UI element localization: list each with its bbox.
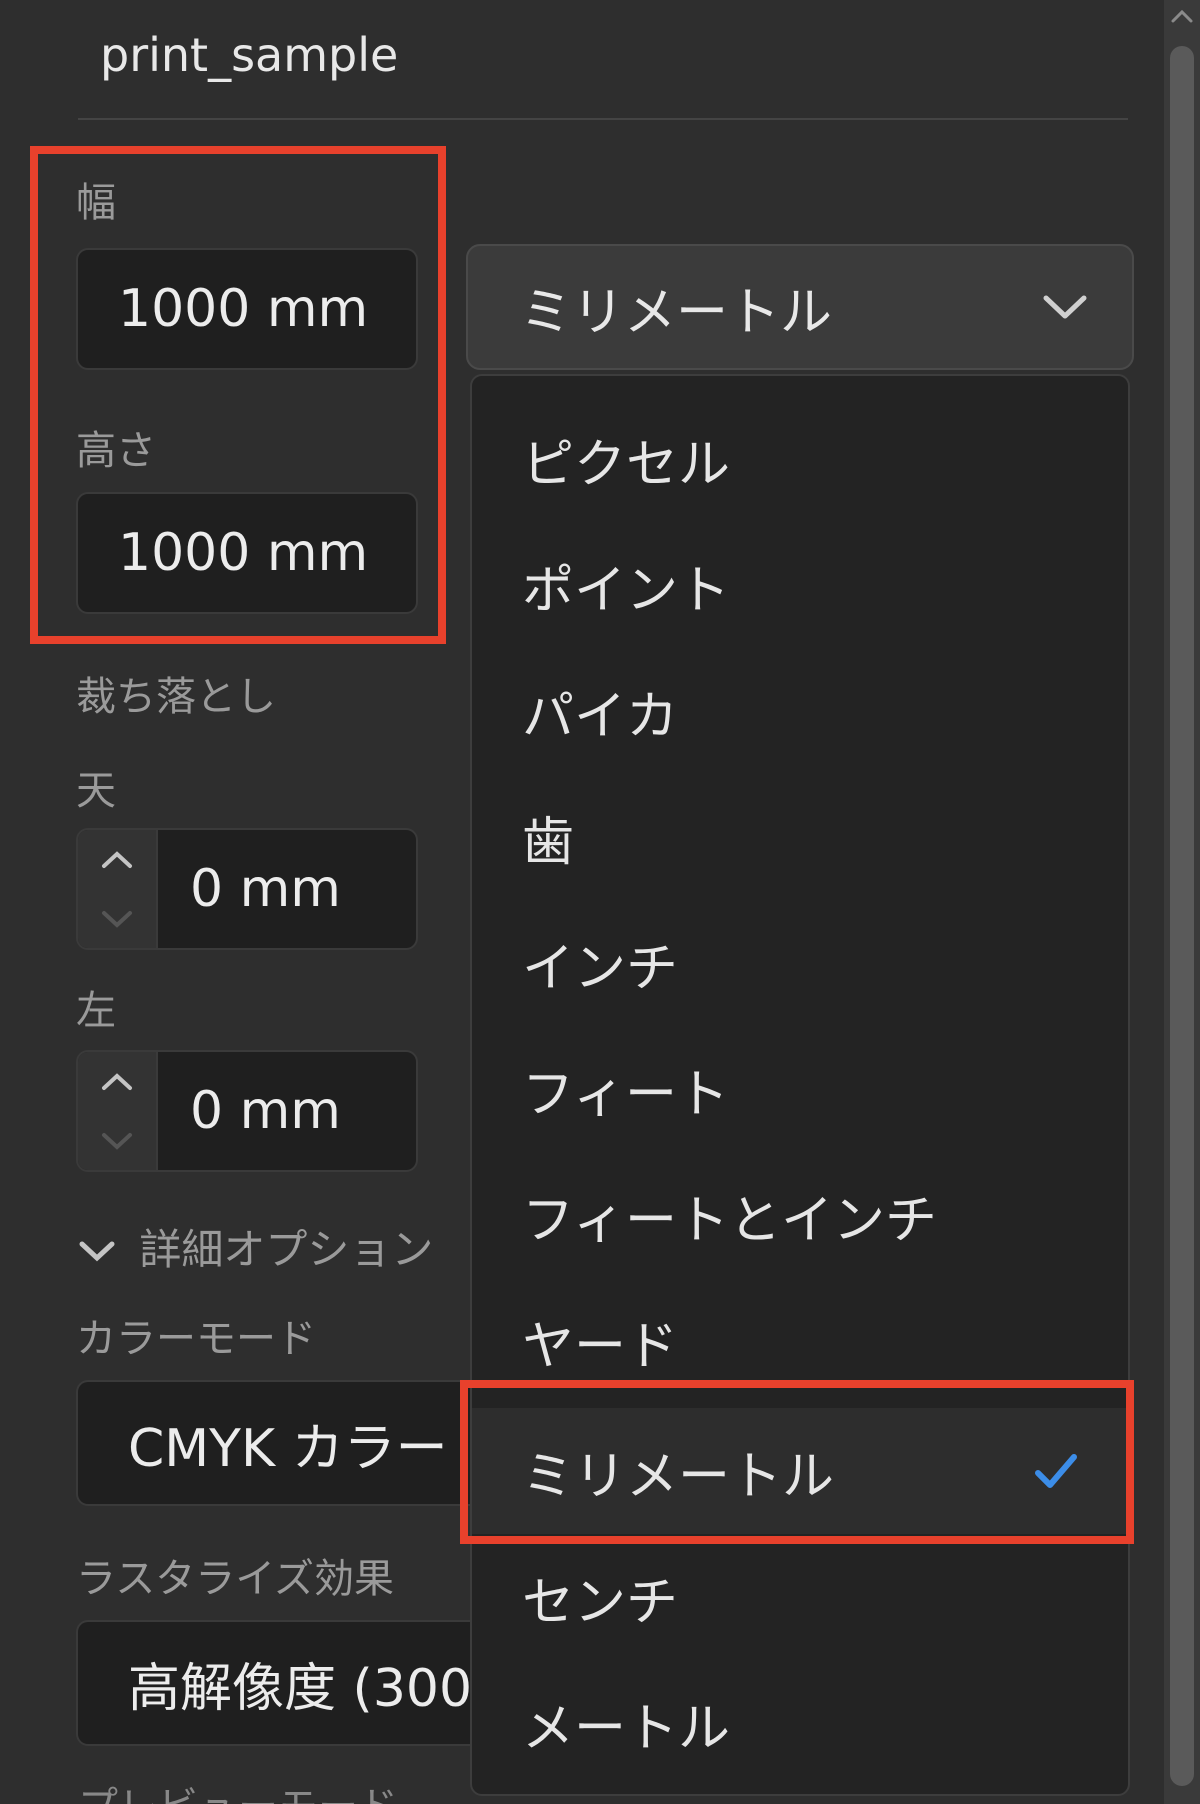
- unit-option-meter[interactable]: メートル: [472, 1660, 1128, 1786]
- unit-option-label: フィートとインチ: [522, 1190, 937, 1251]
- chevron-down-icon: [1042, 246, 1088, 368]
- unit-option-label: センチ: [522, 1572, 679, 1633]
- bleed-left-label: 左: [76, 988, 116, 1034]
- bleed-left-field[interactable]: 0 mm: [76, 1050, 418, 1172]
- unit-option-centimeter[interactable]: センチ: [472, 1534, 1128, 1660]
- color-mode-value: CMYK カラー: [128, 1418, 448, 1479]
- chevron-down-icon: [78, 1225, 129, 1274]
- raster-effects-select[interactable]: 高解像度 (300: [76, 1620, 470, 1746]
- unit-option-label: インチ: [522, 938, 679, 999]
- unit-option-pixel[interactable]: ピクセル: [472, 396, 1128, 522]
- bleed-left-stepper[interactable]: [78, 1052, 158, 1170]
- preview-mode-label: プレビューモード: [78, 1774, 398, 1804]
- chevron-up-icon[interactable]: [78, 830, 156, 889]
- raster-effects-value: 高解像度 (300: [128, 1658, 470, 1719]
- chevron-down-icon[interactable]: [78, 889, 156, 948]
- divider: [78, 118, 1128, 120]
- unit-option-feet[interactable]: フィート: [472, 1026, 1128, 1152]
- advanced-options-label: 詳細オプション: [139, 1225, 434, 1274]
- unit-option-label: ピクセル: [522, 434, 731, 495]
- bleed-top-value: 0 mm: [190, 859, 341, 919]
- bleed-label: 裁ち落とし: [76, 674, 276, 720]
- unit-option-point[interactable]: ポイント: [472, 522, 1128, 648]
- unit-option-ha[interactable]: 歯: [472, 774, 1128, 900]
- bleed-top-stepper[interactable]: [78, 830, 158, 948]
- selected-unit-highlight-box: [460, 1380, 1134, 1544]
- unit-select-value: ミリメートル: [520, 282, 833, 343]
- unit-option-label: メートル: [522, 1698, 731, 1759]
- raster-effects-label: ラスタライズ効果: [76, 1556, 394, 1602]
- bleed-left-value: 0 mm: [190, 1081, 341, 1141]
- chevron-up-icon[interactable]: [78, 1052, 156, 1111]
- unit-option-label: 歯: [522, 812, 575, 873]
- document-title: print_sample: [100, 28, 399, 82]
- unit-option-label: フィート: [522, 1064, 729, 1125]
- color-mode-label: カラーモード: [76, 1316, 316, 1362]
- chevron-down-icon[interactable]: [78, 1111, 156, 1170]
- unit-option-pica[interactable]: パイカ: [472, 648, 1128, 774]
- unit-select[interactable]: ミリメートル: [466, 244, 1134, 370]
- advanced-options-toggle[interactable]: 詳細オプション: [78, 1216, 433, 1277]
- bleed-top-label: 天: [76, 768, 116, 814]
- scroll-up-icon[interactable]: [1170, 8, 1194, 28]
- scroll-thumb[interactable]: [1170, 46, 1194, 1786]
- document-setup-panel: print_sample 幅 1000 mm 高さ 1000 mm ミリメートル…: [0, 0, 1164, 1804]
- bleed-top-field[interactable]: 0 mm: [76, 828, 418, 950]
- size-highlight-box: [30, 146, 446, 644]
- scrollbar[interactable]: [1164, 0, 1200, 1804]
- unit-dropdown-menu: ピクセル ポイント パイカ 歯 インチ フィート フィートとインチ ヤード ミリ…: [470, 374, 1130, 1796]
- unit-option-label: ポイント: [522, 560, 731, 621]
- unit-option-feet-inch[interactable]: フィートとインチ: [472, 1152, 1128, 1278]
- color-mode-select[interactable]: CMYK カラー: [76, 1380, 470, 1506]
- unit-option-label: パイカ: [522, 686, 679, 747]
- unit-option-inch[interactable]: インチ: [472, 900, 1128, 1026]
